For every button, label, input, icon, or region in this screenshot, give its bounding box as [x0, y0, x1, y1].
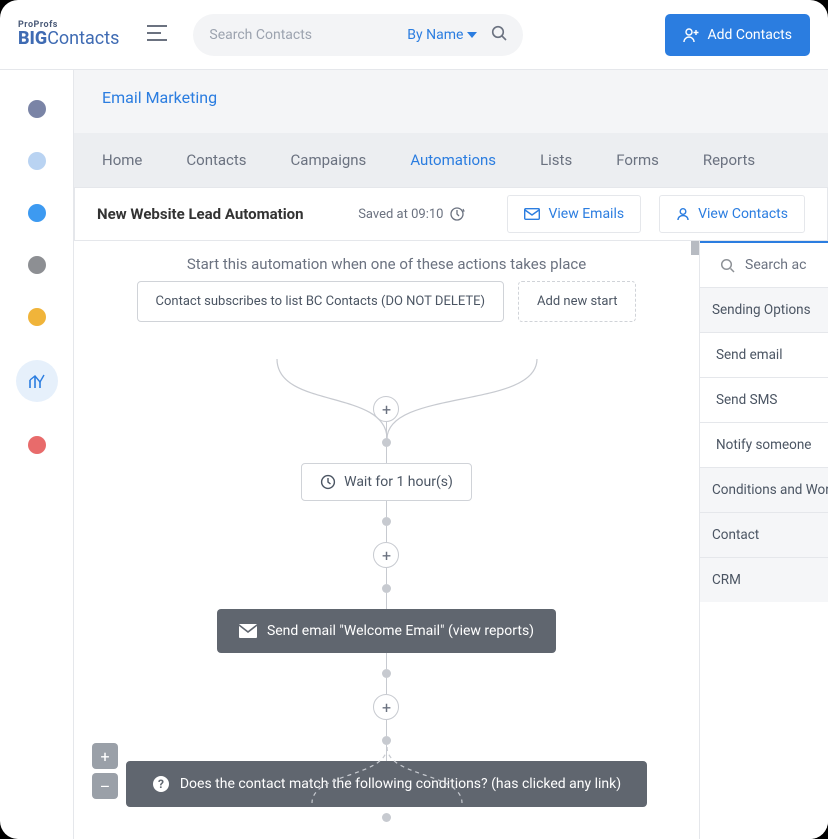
send-email-label: Send email "Welcome Email" (view reports…: [267, 623, 534, 639]
nav-dot-7[interactable]: [28, 436, 46, 454]
scroll-indicator: [691, 241, 699, 255]
col: + Wait for 1 hour(s) +: [126, 396, 647, 822]
search-icon: [720, 258, 735, 273]
line: [386, 422, 387, 438]
panel-section-sending: Sending Options: [700, 287, 828, 332]
condition-card[interactable]: ? Does the contact match the following c…: [126, 761, 647, 807]
search-byname[interactable]: By Name: [407, 27, 477, 43]
panel-item-sms[interactable]: Send SMS: [700, 377, 828, 422]
zoom-out-button[interactable]: –: [92, 773, 118, 799]
nav-dot-4[interactable]: [28, 256, 46, 274]
plus-node-2[interactable]: +: [373, 542, 399, 568]
view-emails-button[interactable]: View Emails: [507, 195, 641, 233]
start-card[interactable]: Contact subscribes to list BC Contacts (…: [137, 281, 505, 322]
panel-item-email[interactable]: Send email: [700, 332, 828, 377]
page-title: Email Marketing: [74, 70, 828, 133]
nav-dot-1[interactable]: [28, 100, 46, 118]
tab-lists[interactable]: Lists: [540, 151, 572, 169]
dot-node: [382, 584, 391, 593]
search-wrap: By Name: [193, 14, 523, 56]
line: [386, 447, 387, 463]
search-icon[interactable]: [491, 25, 507, 45]
topbar: ProProfs BIGContacts By Name Add Contact…: [0, 0, 828, 70]
saved-status: Saved at 09:10: [358, 206, 465, 222]
nav-dot-5[interactable]: [28, 308, 46, 326]
send-email-card[interactable]: Send email "Welcome Email" (view reports…: [217, 609, 556, 653]
menu-icon[interactable]: [147, 25, 167, 45]
plus-node-1[interactable]: +: [373, 396, 399, 422]
tab-campaigns[interactable]: Campaigns: [291, 151, 367, 169]
logo-bottom: BIGContacts: [18, 30, 119, 48]
view-emails-label: View Emails: [548, 206, 624, 222]
line: [386, 745, 387, 761]
panel-section-crm: CRM: [700, 557, 828, 602]
line: [386, 568, 387, 584]
actions-panel: Search ac Sending Options Send email Sen…: [700, 241, 828, 839]
tab-reports[interactable]: Reports: [703, 151, 755, 169]
panel-section-conditions: Conditions and Wor: [700, 467, 828, 512]
flow: Contact subscribes to list BC Contacts (…: [74, 281, 699, 839]
logo-thin: Contacts: [47, 28, 119, 49]
wait-label: Wait for 1 hour(s): [344, 474, 453, 490]
tabs: Home Contacts Campaigns Automations List…: [74, 133, 828, 187]
automation-title: New Website Lead Automation: [97, 205, 304, 223]
svg-text:?: ?: [158, 777, 164, 791]
line: [386, 526, 387, 542]
nav-dot-2[interactable]: [28, 152, 46, 170]
add-contacts-button[interactable]: Add Contacts: [665, 14, 810, 56]
line: [386, 653, 387, 669]
subheader: New Website Lead Automation Saved at 09:…: [74, 187, 828, 241]
canvas-head: Start this automation when one of these …: [74, 241, 699, 283]
wait-card[interactable]: Wait for 1 hour(s): [301, 463, 472, 501]
add-start-card[interactable]: Add new start: [518, 281, 636, 322]
panel-item-notify[interactable]: Notify someone: [700, 422, 828, 467]
person-icon: [676, 207, 690, 221]
nav-dot-3[interactable]: [28, 204, 46, 222]
body: Email Marketing Home Contacts Campaigns …: [0, 70, 828, 839]
line: [386, 501, 387, 517]
search-input[interactable]: [209, 27, 407, 43]
refresh-icon: [449, 206, 465, 222]
dot-node: [382, 669, 391, 678]
plus-node-3[interactable]: +: [373, 694, 399, 720]
dot-node: [382, 813, 391, 822]
envelope-icon: [239, 624, 257, 638]
logo: ProProfs BIGContacts: [18, 21, 119, 48]
view-contacts-label: View Contacts: [698, 206, 788, 222]
zoom-in-button[interactable]: +: [92, 743, 118, 769]
dot-node: [382, 736, 391, 745]
panel-search-text: Search ac: [745, 257, 806, 273]
question-icon: ?: [152, 775, 170, 793]
clock-icon: [320, 474, 336, 490]
line: [386, 593, 387, 609]
nav-analytics[interactable]: [16, 360, 58, 402]
envelope-icon: [524, 208, 540, 220]
canvas-row: Start this automation when one of these …: [74, 241, 828, 839]
tab-forms[interactable]: Forms: [616, 151, 659, 169]
byname-label: By Name: [407, 27, 463, 43]
start-row: Contact subscribes to list BC Contacts (…: [137, 281, 637, 322]
panel-search[interactable]: Search ac: [700, 243, 828, 287]
zoom-controls: + –: [92, 743, 118, 799]
canvas[interactable]: Start this automation when one of these …: [74, 241, 700, 839]
main: Email Marketing Home Contacts Campaigns …: [74, 70, 828, 839]
tab-home[interactable]: Home: [102, 151, 142, 169]
add-contacts-label: Add Contacts: [707, 27, 792, 43]
tab-automations[interactable]: Automations: [410, 151, 496, 169]
sidenav: [0, 70, 74, 839]
view-contacts-button[interactable]: View Contacts: [659, 195, 805, 233]
condition-label: Does the contact match the following con…: [180, 776, 621, 792]
line: [386, 678, 387, 694]
panel-section-contact: Contact: [700, 512, 828, 557]
dot-node: [382, 438, 391, 447]
dot-node: [382, 517, 391, 526]
saved-label: Saved at 09:10: [358, 207, 443, 222]
tab-contacts[interactable]: Contacts: [186, 151, 246, 169]
line: [386, 720, 387, 736]
logo-big: BIG: [18, 28, 47, 49]
